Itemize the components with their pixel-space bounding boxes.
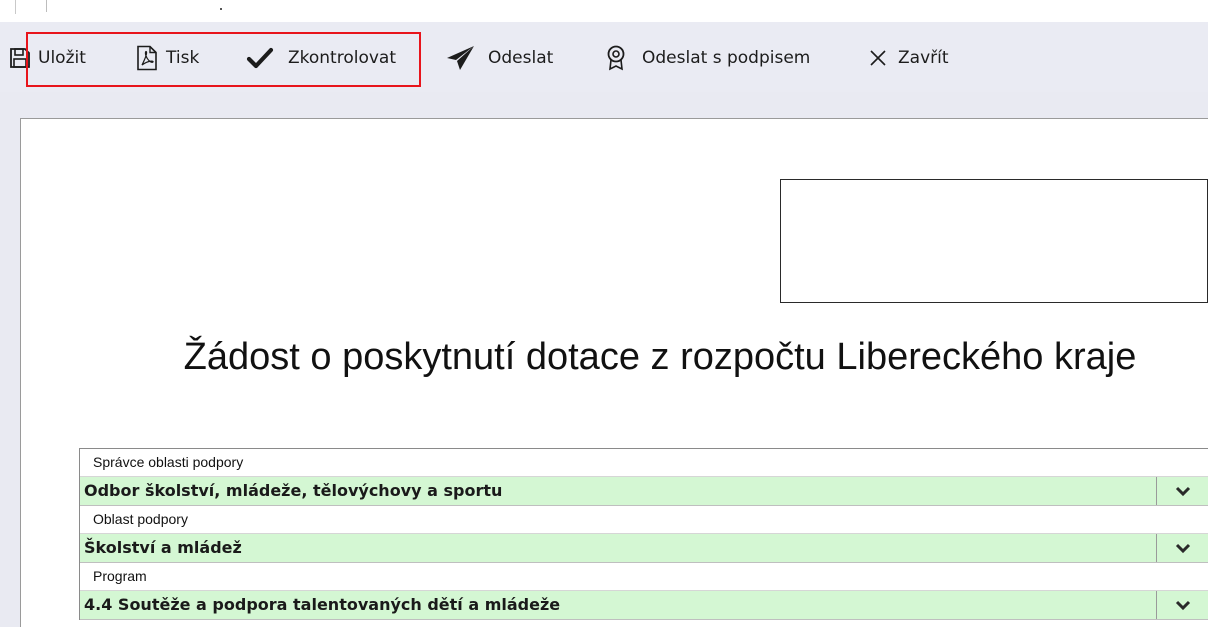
support-area-value: Školství a mládež [84,538,242,557]
send-signed-label: Odeslat s podpisem [642,48,811,68]
program-select[interactable]: 4.4 Soutěže a podpora talentovaných dětí… [80,591,1208,620]
chevron-down-icon[interactable] [1156,534,1208,562]
send-label: Odeslat [488,48,554,68]
print-label: Tisk [166,48,200,68]
print-button[interactable]: Tisk [136,44,199,72]
chevron-down-icon[interactable] [1156,591,1208,619]
certificate-icon [606,45,626,71]
support-admin-select[interactable]: Odbor školství, mládeže, tělovýchovy a s… [80,477,1208,506]
check-label: Zkontrolovat [288,48,397,68]
toolbar: Uložit Tisk Zkontrolovat Odeslat Odeslat… [0,22,1208,92]
field-label: Program [80,563,1208,591]
dot [220,8,222,10]
field-label: Správce oblasti podpory [80,449,1208,477]
check-button[interactable]: Zkontrolovat [246,44,396,72]
send-signed-button[interactable]: Odeslat s podpisem [606,44,810,72]
page-title: Žádost o poskytnutí dotace z rozpočtu Li… [183,336,1137,378]
close-icon [868,48,888,68]
pdf-icon [136,45,158,71]
field-label: Oblast podpory [80,506,1208,534]
form-fields: Správce oblasti podpory Odbor školství, … [79,448,1208,620]
floppy-disk-icon [8,46,32,70]
save-label: Uložit [38,48,86,68]
checkmark-icon [246,46,274,70]
support-admin-value: Odbor školství, mládeže, tělovýchovy a s… [84,481,503,500]
program-value: 4.4 Soutěže a podpora talentovaných dětí… [84,595,561,614]
send-button[interactable]: Odeslat [446,44,553,72]
registration-stamp-box [780,179,1208,303]
window-edge [0,0,16,14]
separator [46,0,47,12]
support-area-select[interactable]: Školství a mládež [80,534,1208,563]
close-label: Zavřít [898,48,949,68]
save-button[interactable]: Uložit [8,44,86,72]
chevron-down-icon[interactable] [1156,477,1208,505]
close-button[interactable]: Zavřít [868,44,949,72]
top-strip [0,0,1208,22]
paper-plane-icon [446,45,476,71]
